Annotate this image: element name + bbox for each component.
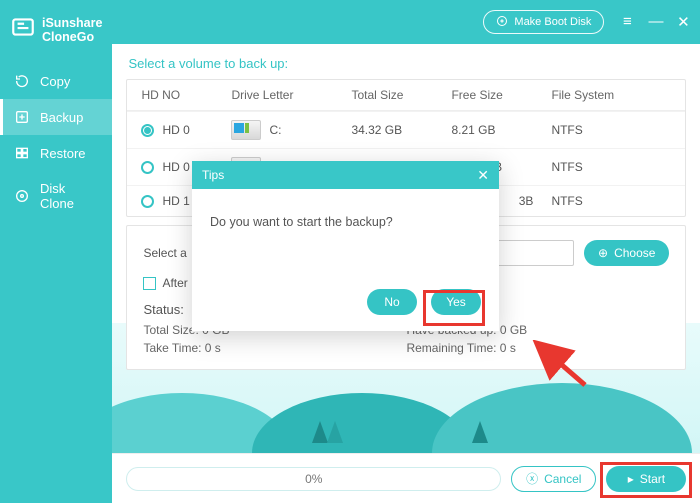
dialog-message: Do you want to start the backup? [192, 189, 499, 289]
cell-fs: NTFS [551, 160, 671, 174]
restore-icon [14, 145, 30, 161]
select-label: Select a [143, 246, 186, 260]
start-label: Start [640, 472, 665, 486]
dialog-yes-button[interactable]: Yes [431, 289, 481, 315]
status-take: Take Time: 0 s [143, 341, 406, 355]
titlebar: Make Boot Disk ≡ — ✕ [112, 0, 700, 44]
disk-clone-icon [14, 188, 30, 204]
section-title: Select a volume to back up: [126, 50, 686, 79]
cell-hdno: HD 0 [162, 123, 189, 137]
choose-button[interactable]: ⊕ Choose [584, 240, 669, 266]
progress-percent: 0% [305, 472, 322, 486]
col-fs: File System [551, 88, 671, 102]
sidebar-item-label: Disk Clone [40, 181, 98, 211]
cancel-label: Cancel [544, 472, 581, 486]
radio-icon[interactable] [141, 161, 154, 174]
backup-icon [14, 109, 30, 125]
sidebar-item-label: Restore [40, 146, 86, 161]
window-controls: ≡ — ✕ [614, 13, 690, 31]
red-arrow-icon [530, 340, 590, 390]
sidebar-item-disk-clone[interactable]: Disk Clone [0, 171, 112, 221]
tips-dialog: Tips ✕ Do you want to start the backup? … [192, 161, 499, 331]
after-label: After [162, 276, 187, 290]
app-brand: iSunshare CloneGo [0, 10, 112, 63]
drive-icon [231, 120, 261, 140]
progress-bar: 0% [126, 467, 501, 491]
sidebar-item-copy[interactable]: Copy [0, 63, 112, 99]
dialog-close-icon[interactable]: ✕ [477, 167, 489, 184]
make-boot-disk-button[interactable]: Make Boot Disk [483, 10, 604, 34]
app-title: iSunshare CloneGo [42, 16, 102, 44]
radio-icon[interactable] [141, 124, 154, 137]
dialog-actions: No Yes [192, 289, 499, 331]
cancel-icon: ⓧ [526, 470, 538, 487]
dialog-title: Tips [202, 168, 224, 182]
cell-free: 8.21 GB [451, 123, 551, 137]
app-logo-icon [10, 14, 36, 45]
sidebar-item-restore[interactable]: Restore [0, 135, 112, 171]
copy-icon [14, 73, 30, 89]
col-letter: Drive Letter [231, 88, 351, 102]
cell-hdno: HD 1 [162, 194, 189, 208]
cell-fs: NTFS [551, 194, 671, 208]
footer-bar: 0% ⓧ Cancel ▸ Start [112, 453, 700, 503]
radio-icon[interactable] [141, 195, 154, 208]
cell-fs: NTFS [551, 123, 671, 137]
menu-icon[interactable]: ≡ [620, 13, 634, 31]
dialog-header: Tips ✕ [192, 161, 499, 189]
cell-hdno: HD 0 [162, 160, 189, 174]
choose-label: Choose [614, 246, 655, 260]
col-hdno: HD NO [141, 88, 231, 102]
sidebar-item-label: Copy [40, 74, 70, 89]
close-icon[interactable]: ✕ [676, 13, 690, 31]
play-icon: ▸ [628, 472, 634, 486]
cell-total: 34.32 GB [351, 123, 451, 137]
disc-icon [496, 15, 508, 30]
sidebar-item-backup[interactable]: Backup [0, 99, 112, 135]
start-button[interactable]: ▸ Start [606, 466, 686, 492]
col-total: Total Size [351, 88, 451, 102]
plus-icon: ⊕ [598, 246, 608, 260]
col-free: Free Size [451, 88, 551, 102]
cell-letter: C: [269, 123, 281, 137]
cancel-button[interactable]: ⓧ Cancel [511, 466, 596, 492]
table-header: HD NO Drive Letter Total Size Free Size … [127, 80, 685, 111]
minimize-icon[interactable]: — [648, 13, 662, 31]
make-boot-label: Make Boot Disk [514, 16, 591, 28]
checkbox-icon[interactable] [143, 277, 156, 290]
dialog-no-button[interactable]: No [367, 289, 417, 315]
sidebar-item-label: Backup [40, 110, 83, 125]
sidebar: iSunshare CloneGo Copy Backup Restore Di… [0, 0, 112, 503]
table-row[interactable]: HD 0 C: 34.32 GB 8.21 GB NTFS [127, 111, 685, 148]
